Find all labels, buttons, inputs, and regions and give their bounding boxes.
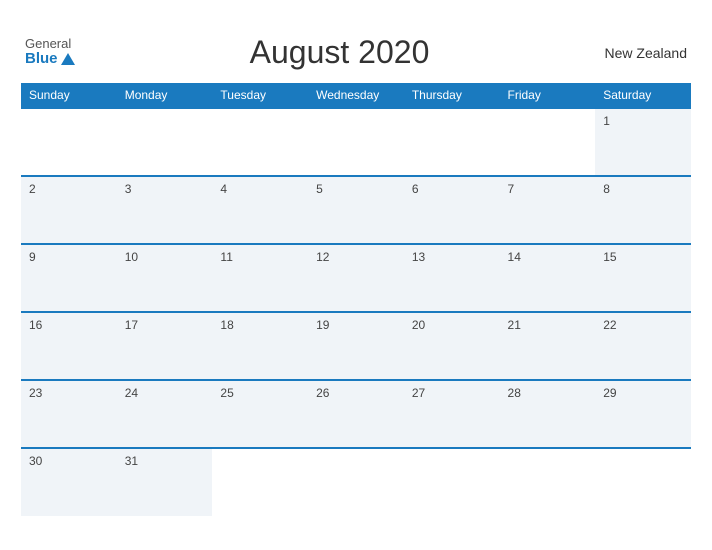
day-number: 28 [508,386,521,400]
calendar-day-cell: 22 [595,312,691,380]
col-monday: Monday [117,83,213,108]
calendar-table: Sunday Monday Tuesday Wednesday Thursday… [21,83,691,516]
calendar-week-row: 16 17 18 19 20 21 22 [21,312,691,380]
calendar-day-cell [117,108,213,176]
calendar-wrapper: General Blue August 2020 New Zealand Sun… [11,24,701,526]
logo: General Blue [25,37,75,68]
calendar-day-cell [308,108,404,176]
day-number: 25 [220,386,233,400]
day-number: 24 [125,386,138,400]
day-number: 9 [29,250,36,264]
col-saturday: Saturday [595,83,691,108]
logo-triangle-icon [61,53,75,65]
col-friday: Friday [500,83,596,108]
calendar-day-cell: 21 [500,312,596,380]
col-thursday: Thursday [404,83,500,108]
day-number: 2 [29,182,36,196]
calendar-day-cell [595,448,691,516]
calendar-day-cell [404,108,500,176]
calendar-header-row: Sunday Monday Tuesday Wednesday Thursday… [21,83,691,108]
day-number: 23 [29,386,42,400]
calendar-day-cell [21,108,117,176]
calendar-day-cell: 6 [404,176,500,244]
calendar-day-cell [212,108,308,176]
day-number: 16 [29,318,42,332]
calendar-day-cell [308,448,404,516]
calendar-week-row: 2 3 4 5 6 7 8 [21,176,691,244]
day-number: 3 [125,182,132,196]
day-number: 6 [412,182,419,196]
calendar-day-cell: 15 [595,244,691,312]
day-number: 26 [316,386,329,400]
calendar-day-cell: 5 [308,176,404,244]
day-number: 27 [412,386,425,400]
calendar-day-cell: 25 [212,380,308,448]
calendar-day-cell [500,108,596,176]
calendar-week-row: 23 24 25 26 27 28 29 [21,380,691,448]
day-number: 20 [412,318,425,332]
day-number: 5 [316,182,323,196]
calendar-header: General Blue August 2020 New Zealand [21,34,691,71]
calendar-day-cell: 8 [595,176,691,244]
calendar-day-cell: 28 [500,380,596,448]
calendar-day-cell: 17 [117,312,213,380]
day-number: 30 [29,454,42,468]
calendar-title: August 2020 [75,34,605,71]
calendar-day-cell: 16 [21,312,117,380]
calendar-day-cell: 31 [117,448,213,516]
calendar-week-row: 9 10 11 12 13 14 15 [21,244,691,312]
calendar-day-cell [212,448,308,516]
col-sunday: Sunday [21,83,117,108]
day-number: 1 [603,114,610,128]
col-tuesday: Tuesday [212,83,308,108]
calendar-day-cell: 20 [404,312,500,380]
calendar-day-cell: 14 [500,244,596,312]
calendar-day-cell: 9 [21,244,117,312]
logo-blue-text: Blue [25,51,75,68]
calendar-body: 1234567891011121314151617181920212223242… [21,108,691,516]
calendar-day-cell [500,448,596,516]
calendar-day-cell: 12 [308,244,404,312]
day-number: 17 [125,318,138,332]
weekday-header-row: Sunday Monday Tuesday Wednesday Thursday… [21,83,691,108]
day-number: 21 [508,318,521,332]
calendar-day-cell: 10 [117,244,213,312]
calendar-day-cell: 13 [404,244,500,312]
calendar-day-cell: 4 [212,176,308,244]
day-number: 7 [508,182,515,196]
day-number: 29 [603,386,616,400]
calendar-week-row: 30 31 [21,448,691,516]
day-number: 14 [508,250,521,264]
country-label: New Zealand [605,45,688,61]
calendar-day-cell: 30 [21,448,117,516]
logo-general-text: General [25,37,71,51]
day-number: 15 [603,250,616,264]
calendar-day-cell: 3 [117,176,213,244]
day-number: 8 [603,182,610,196]
calendar-day-cell: 29 [595,380,691,448]
day-number: 12 [316,250,329,264]
day-number: 11 [220,250,232,264]
calendar-day-cell: 11 [212,244,308,312]
day-number: 4 [220,182,227,196]
day-number: 31 [125,454,138,468]
day-number: 19 [316,318,329,332]
calendar-day-cell [404,448,500,516]
calendar-day-cell: 27 [404,380,500,448]
calendar-day-cell: 7 [500,176,596,244]
calendar-day-cell: 18 [212,312,308,380]
calendar-day-cell: 1 [595,108,691,176]
day-number: 10 [125,250,138,264]
calendar-day-cell: 26 [308,380,404,448]
day-number: 13 [412,250,425,264]
day-number: 18 [220,318,233,332]
calendar-day-cell: 24 [117,380,213,448]
calendar-day-cell: 23 [21,380,117,448]
day-number: 22 [603,318,616,332]
calendar-day-cell: 19 [308,312,404,380]
calendar-day-cell: 2 [21,176,117,244]
col-wednesday: Wednesday [308,83,404,108]
calendar-week-row: 1 [21,108,691,176]
